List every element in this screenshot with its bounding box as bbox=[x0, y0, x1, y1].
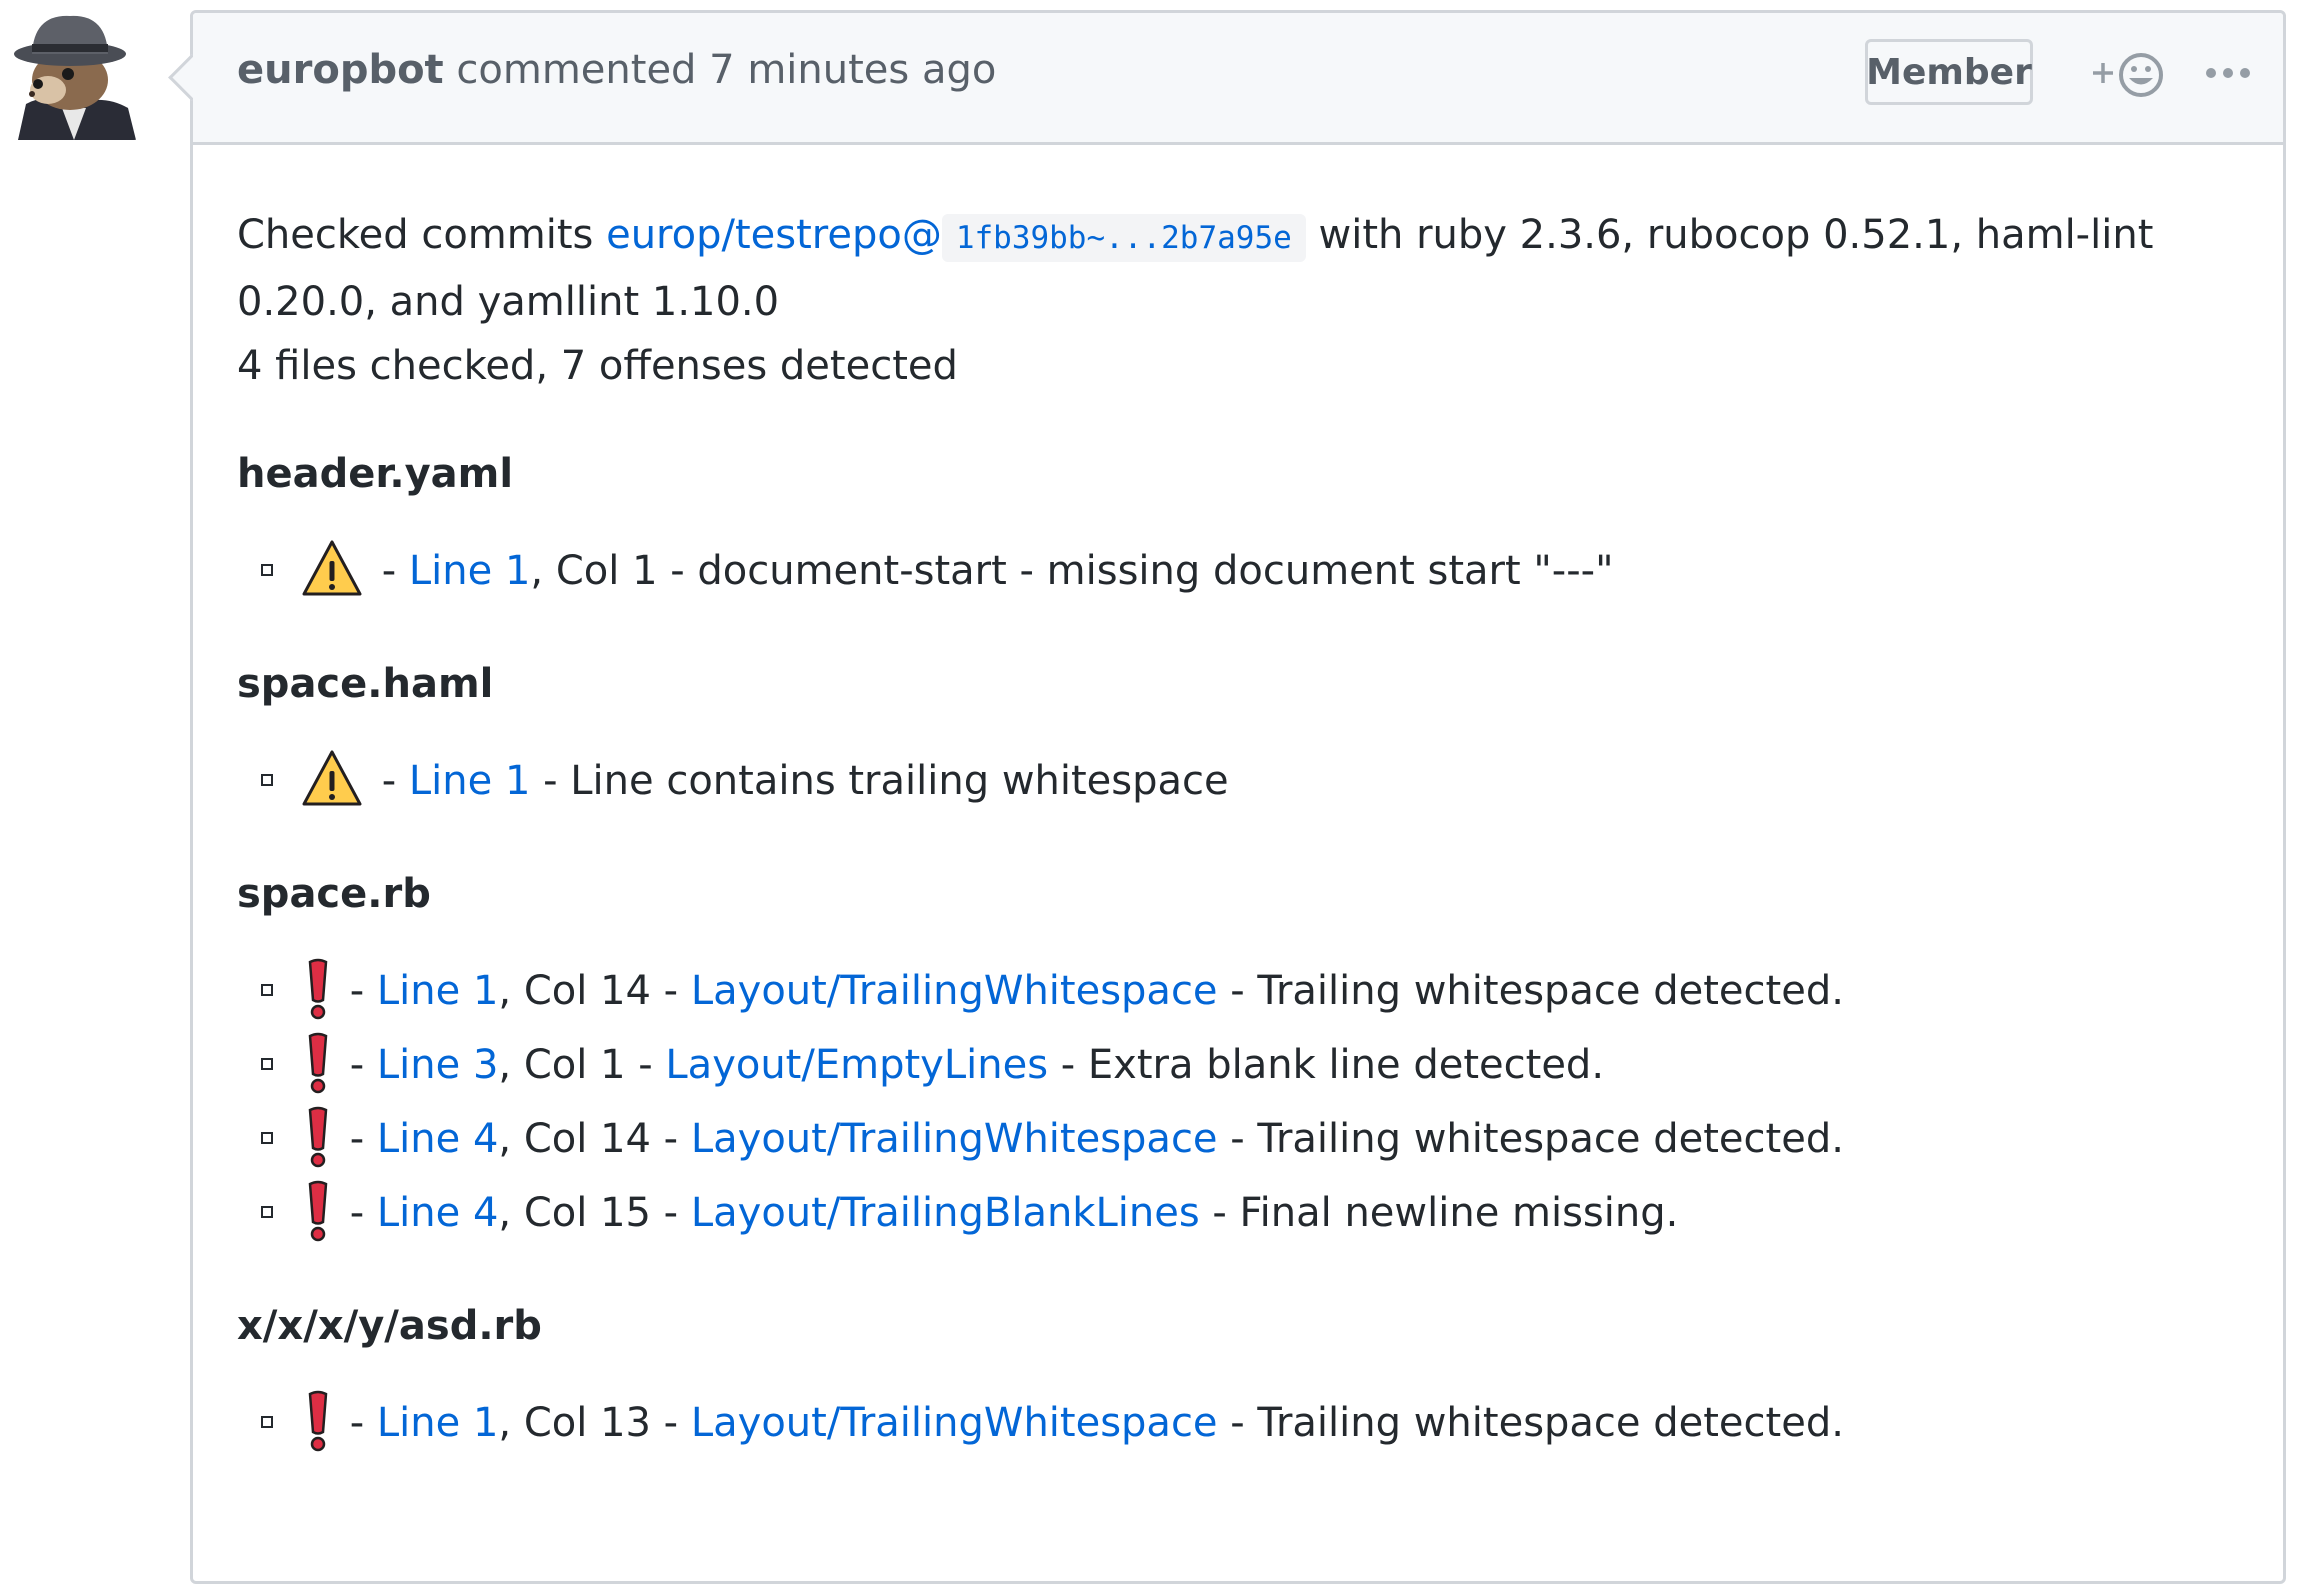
offense-message: - Trailing whitespace detected. bbox=[1217, 968, 1844, 1014]
warning-icon bbox=[302, 540, 362, 596]
line-link[interactable]: Line 1 bbox=[409, 758, 531, 804]
cop-link[interactable]: Layout/TrailingWhitespace bbox=[691, 1400, 1218, 1446]
square-bullet-icon bbox=[261, 1132, 273, 1144]
column-text: , Col 14 bbox=[498, 1116, 651, 1162]
author-avatar[interactable] bbox=[8, 8, 140, 140]
comment-options-button[interactable] bbox=[2203, 53, 2253, 93]
check-intro: Checked commits europ/testrepo@ 1fb39bb~.… bbox=[237, 203, 2257, 334]
cop-link[interactable]: Layout/EmptyLines bbox=[665, 1042, 1048, 1088]
comment-header-text: europbot commented 7 minutes ago bbox=[237, 47, 996, 93]
error-exclamation-icon bbox=[308, 1180, 328, 1242]
offense-item: - Line 1, Col 14 - Layout/TrailingWhites… bbox=[237, 954, 2257, 1028]
offense-message: - Trailing whitespace detected. bbox=[1217, 1116, 1844, 1162]
offense-message: - Extra blank line detected. bbox=[1048, 1042, 1605, 1088]
offense-item: - Line 4, Col 15 - Layout/TrailingBlankL… bbox=[237, 1176, 2257, 1250]
column-text: , Col 1 bbox=[530, 548, 658, 594]
offense-item: - Line 1, Col 13 - Layout/TrailingWhites… bbox=[237, 1386, 2257, 1460]
offense-message: - Final newline missing. bbox=[1199, 1190, 1679, 1236]
square-bullet-icon bbox=[261, 564, 273, 576]
offense-list: - Line 1 - Line contains trailing whites… bbox=[237, 744, 2257, 818]
line-link[interactable]: Line 1 bbox=[409, 548, 531, 594]
line-link[interactable]: Line 3 bbox=[377, 1042, 499, 1088]
member-badge: Member bbox=[1865, 39, 2033, 105]
offense-message: - Trailing whitespace detected. bbox=[1217, 1400, 1844, 1446]
square-bullet-icon bbox=[261, 984, 273, 996]
comment-timestamp-link[interactable]: 7 minutes ago bbox=[709, 47, 996, 93]
column-text: , Col 13 bbox=[498, 1400, 651, 1446]
file-heading: space.haml bbox=[237, 661, 494, 707]
repo-link[interactable]: europ/testrepo@ bbox=[606, 212, 942, 258]
squirrel-avatar-image bbox=[8, 8, 140, 140]
square-bullet-icon bbox=[261, 774, 273, 786]
error-exclamation-icon bbox=[308, 958, 328, 1020]
file-heading: space.rb bbox=[237, 871, 431, 917]
square-bullet-icon bbox=[261, 1058, 273, 1070]
square-bullet-icon bbox=[261, 1206, 273, 1218]
offense-item: - Line 1 - Line contains trailing whites… bbox=[237, 744, 2257, 818]
square-bullet-icon bbox=[261, 1416, 273, 1428]
line-link[interactable]: Line 1 bbox=[377, 1400, 499, 1446]
add-reaction-button[interactable] bbox=[2085, 41, 2171, 105]
offense-message: - document-start - missing document star… bbox=[657, 548, 1614, 594]
comment-header: europbot commented 7 minutes ago Member bbox=[193, 13, 2283, 145]
commit-range-link[interactable]: 1fb39bb~...2b7a95e bbox=[941, 214, 1306, 262]
file-heading: x/x/x/y/asd.rb bbox=[237, 1303, 542, 1349]
error-exclamation-icon bbox=[308, 1390, 328, 1452]
files-list: header.yaml - Line 1, Col 1 - document-s… bbox=[237, 442, 2257, 1460]
file-heading: header.yaml bbox=[237, 451, 514, 497]
offense-message: - Line contains trailing whitespace bbox=[530, 758, 1229, 804]
line-link[interactable]: Line 1 bbox=[377, 968, 499, 1014]
line-link[interactable]: Line 4 bbox=[377, 1190, 499, 1236]
offense-list: - Line 1, Col 1 - document-start - missi… bbox=[237, 534, 2257, 608]
error-exclamation-icon bbox=[308, 1106, 328, 1168]
error-exclamation-icon bbox=[308, 1032, 328, 1094]
summary-text: 4 files checked, 7 offenses detected bbox=[237, 343, 958, 389]
ellipsis-icon bbox=[2206, 68, 2250, 78]
cop-link[interactable]: Layout/TrailingWhitespace bbox=[691, 1116, 1218, 1162]
offense-item: - Line 4, Col 14 - Layout/TrailingWhites… bbox=[237, 1102, 2257, 1176]
offense-item: - Line 1, Col 1 - document-start - missi… bbox=[237, 534, 2257, 608]
comment-body: Checked commits europ/testrepo@ 1fb39bb~.… bbox=[237, 203, 2257, 1460]
column-text: , Col 14 bbox=[498, 968, 651, 1014]
comment-action: commented bbox=[456, 47, 697, 93]
author-link[interactable]: europbot bbox=[237, 47, 444, 93]
offense-list: - Line 1, Col 13 - Layout/TrailingWhites… bbox=[237, 1386, 2257, 1460]
comment-box: europbot commented 7 minutes ago Member bbox=[190, 10, 2286, 1584]
cop-link[interactable]: Layout/TrailingBlankLines bbox=[691, 1190, 1200, 1236]
smiley-plus-icon bbox=[2093, 53, 2163, 97]
column-text: , Col 15 bbox=[498, 1190, 651, 1236]
column-text: , Col 1 bbox=[498, 1042, 626, 1088]
intro-text: Checked commits bbox=[237, 212, 607, 258]
cop-link[interactable]: Layout/TrailingWhitespace bbox=[691, 968, 1218, 1014]
offense-list: - Line 1, Col 14 - Layout/TrailingWhites… bbox=[237, 954, 2257, 1250]
line-link[interactable]: Line 4 bbox=[377, 1116, 499, 1162]
offense-item: - Line 3, Col 1 - Layout/EmptyLines - Ex… bbox=[237, 1028, 2257, 1102]
warning-icon bbox=[302, 750, 362, 806]
